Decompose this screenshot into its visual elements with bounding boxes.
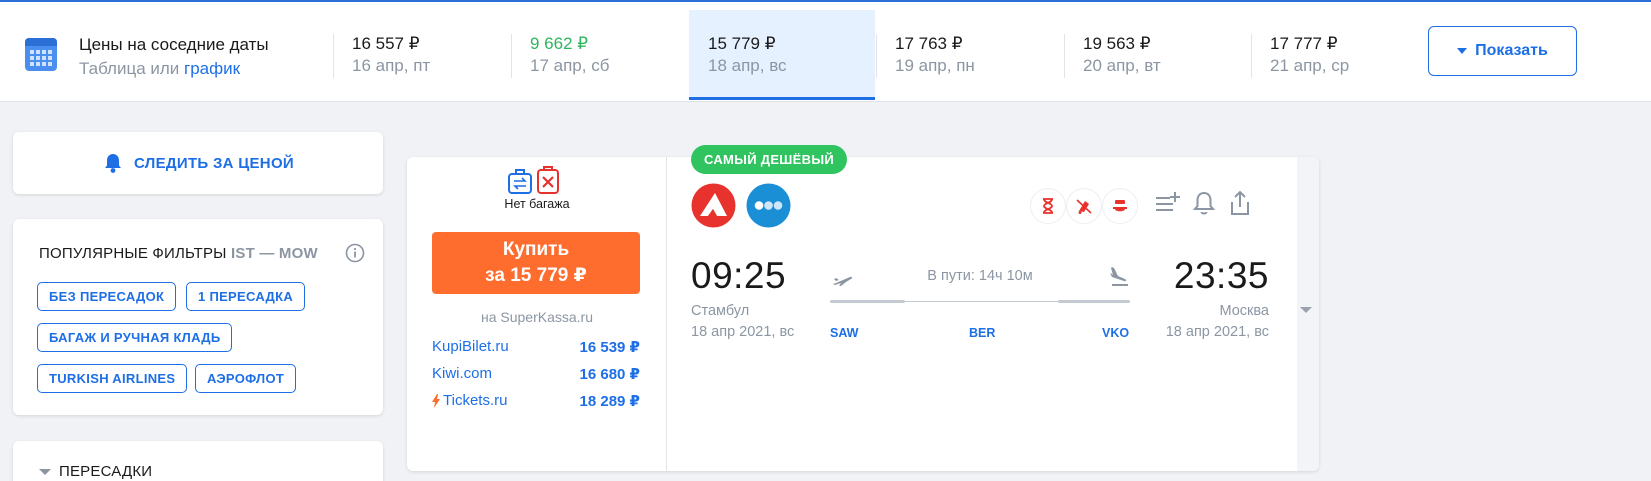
calendar-icon [25, 38, 57, 71]
offer-name: Kiwi.com [432, 365, 493, 382]
arrival-city: Москва [1219, 303, 1269, 319]
buy-button[interactable]: Купить за 15 779 ₽ [432, 232, 640, 294]
no-luggage-trolley-service[interactable] [1067, 189, 1101, 223]
view-or: или [145, 59, 185, 78]
airline-logo-dots [746, 183, 791, 228]
meal-service[interactable] [1103, 189, 1137, 223]
table-option[interactable]: Таблица [79, 59, 146, 78]
plane-takeoff-icon [833, 276, 853, 286]
caret-down-icon [39, 468, 51, 475]
filters-route: IST — MOW [231, 245, 318, 262]
no-baggage-icon [508, 166, 559, 194]
lightning-icon [432, 393, 440, 408]
selected-date-underline [689, 97, 875, 100]
date-price: 19 563 ₽ [1083, 34, 1151, 53]
arrival-time: 23:35 [1173, 255, 1269, 296]
ticket-expand-strip[interactable] [1297, 157, 1319, 471]
date-price: 17 763 ₽ [895, 34, 963, 53]
date-day: 18 апр, вс [708, 56, 787, 75]
offer-name: Tickets.ru [443, 392, 508, 409]
filter-chip-baggage[interactable]: БАГАЖ И РУЧНАЯ КЛАДЬ [37, 323, 233, 352]
hourglass-service[interactable] [1031, 189, 1065, 223]
offer-price: 16 680 ₽ [579, 366, 640, 383]
transfers-label: ПЕРЕСАДКИ [59, 463, 153, 480]
transfers-toggle[interactable]: ПЕРЕСАДКИ [39, 463, 152, 480]
expand-caret-icon [1300, 307, 1312, 313]
share-icon[interactable] [1225, 188, 1255, 218]
date-day: 21 апр, ср [1270, 56, 1350, 75]
transfer-airport-code: BER [969, 326, 996, 340]
show-button-label: Показать [1475, 42, 1548, 59]
neighbour-dates-bar: Цены на соседние даты Таблица или график… [0, 2, 1651, 102]
route-segment-flight-1 [830, 300, 905, 303]
route-segment-flight-2 [1058, 300, 1130, 303]
date-price: 9 662 ₽ [530, 34, 589, 53]
departure-airport-code: SAW [830, 326, 859, 340]
filter-chip-aeroflot[interactable]: АЭРОФЛОТ [195, 364, 297, 393]
no-trolley-icon [1076, 199, 1092, 214]
offer-kupibilet[interactable]: KupiBilet.ru 16 539 ₽ [432, 338, 640, 358]
date-cell-20-apr[interactable]: 19 563 ₽ 20 апр, вт [1064, 10, 1250, 100]
hourglass-icon [1043, 198, 1053, 214]
pobeda-airline-logo [691, 183, 736, 228]
date-separator [1064, 34, 1065, 78]
baggage-info: Нет багажа [504, 197, 570, 211]
bell-icon[interactable] [1189, 188, 1219, 218]
watch-price-label: СЛЕДИТЬ ЗА ЦЕНОЙ [133, 154, 294, 172]
offer-price: 18 289 ₽ [579, 393, 640, 410]
date-day: 20 апр, вт [1083, 56, 1161, 75]
plane-landing-icon [1110, 267, 1128, 286]
departure-time: 09:25 [691, 255, 787, 296]
show-dates-button[interactable]: Показать [1428, 26, 1577, 76]
date-price: 15 779 ₽ [708, 34, 776, 53]
date-cell-19-apr[interactable]: 17 763 ₽ 19 апр, пн [876, 10, 1062, 100]
transfers-filter-card: ПЕРЕСАДКИ [13, 441, 383, 481]
date-day: 17 апр, сб [530, 56, 610, 75]
date-day: 16 апр, пт [352, 56, 431, 75]
buy-label: Купить [502, 239, 570, 260]
date-price: 17 777 ₽ [1270, 34, 1338, 53]
offer-kiwi[interactable]: Kiwi.com 16 680 ₽ [432, 365, 640, 385]
neighbour-dates-title: Цены на соседние даты [79, 35, 269, 54]
arrival-date: 18 апр 2021, вс [1165, 324, 1269, 340]
offer-name: KupiBilet.ru [432, 338, 509, 355]
buy-price: за 15 779 ₽ [485, 265, 587, 286]
date-cell-18-apr[interactable]: 15 779 ₽ 18 апр, вс [689, 10, 875, 100]
buy-agency: на SuperKassa.ru [480, 309, 593, 325]
cheapest-badge: САМЫЙ ДЕШЁВЫЙ [691, 145, 848, 174]
caret-down-icon [1457, 48, 1468, 54]
date-price: 16 557 ₽ [352, 34, 420, 53]
watch-price-button[interactable]: СЛЕДИТЬ ЗА ЦЕНОЙ [13, 132, 383, 194]
date-separator [876, 34, 877, 78]
departure-city: Стамбул [691, 303, 750, 319]
departure-date: 18 апр 2021, вс [691, 324, 795, 340]
route-segment-transfer [905, 301, 1058, 302]
filter-chip-nonstop[interactable]: БЕЗ ПЕРЕСАДОК [37, 282, 177, 311]
date-separator [511, 34, 512, 78]
add-to-list-icon[interactable] [1153, 188, 1183, 218]
info-icon[interactable] [345, 243, 365, 263]
graph-link[interactable]: график [184, 59, 240, 78]
arrival-airport-code: VKO [1102, 326, 1130, 340]
popular-filters-card: ПОПУЛЯРНЫЕ ФИЛЬТРЫ IST — MOW БЕЗ ПЕРЕСАД… [13, 219, 383, 415]
offer-name-wrap: Tickets.ru [432, 392, 507, 409]
offer-tickets-ru[interactable]: Tickets.ru 18 289 ₽ [432, 392, 640, 412]
ticket-buy-section: Нет багажа Купить за 15 779 ₽ на SuperKa… [407, 157, 667, 471]
bell-icon [104, 154, 121, 173]
view-switch: Таблица или график [79, 59, 240, 79]
popular-filters-title: ПОПУЛЯРНЫЕ ФИЛЬТРЫ IST — MOW [39, 245, 318, 262]
filter-chip-turkish-airlines[interactable]: TURKISH AIRLINES [37, 364, 188, 393]
offer-price: 16 539 ₽ [579, 339, 640, 356]
date-cell-16-apr[interactable]: 16 557 ₽ 16 апр, пт [333, 10, 519, 100]
date-separator [333, 34, 334, 78]
date-day: 19 апр, пн [895, 56, 975, 75]
meal-tray-icon [1113, 200, 1127, 212]
popular-filters-label: ПОПУЛЯРНЫЕ ФИЛЬТРЫ [39, 245, 227, 262]
date-cell-17-apr[interactable]: 9 662 ₽ 17 апр, сб [511, 10, 697, 100]
date-cell-21-apr[interactable]: 17 777 ₽ 21 апр, ср [1251, 10, 1437, 100]
date-separator [1251, 34, 1252, 78]
flight-duration: В пути: 14ч 10м [927, 268, 1033, 284]
filter-chip-one-transfer[interactable]: 1 ПЕРЕСАДКА [186, 282, 306, 311]
